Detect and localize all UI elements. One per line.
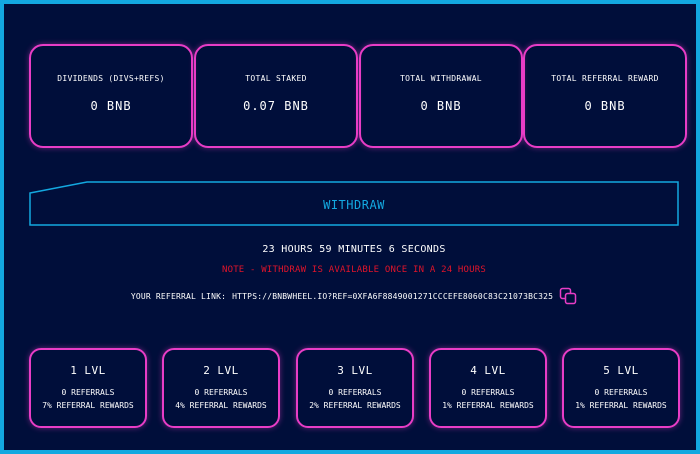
withdraw-button[interactable]: WITHDRAW (29, 181, 679, 226)
level-referrals: 0 Referrals (461, 388, 515, 397)
level-reward: 2% Referral Rewards (309, 401, 401, 410)
level-reward: 1% Referral Rewards (575, 401, 667, 410)
dashboard-frame: Dividends (divs+refs) 0 BNB Total Staked… (0, 0, 700, 454)
referral-link-label: Your referral link: (130, 291, 227, 301)
level-card-1: 1 LVL 0 Referrals 7% Referral Rewards (29, 348, 147, 428)
stat-label: Dividends (divs+refs) (57, 73, 165, 83)
level-title: 3 LVL (337, 364, 373, 377)
level-referrals: 0 Referrals (594, 388, 648, 397)
level-reward: 4% Referral Rewards (175, 401, 267, 410)
level-card-3: 3 LVL 0 Referrals 2% Referral Rewards (296, 348, 414, 428)
stat-label: Total Referral Reward (551, 73, 659, 83)
level-title: 1 LVL (70, 364, 106, 377)
copy-icon[interactable] (559, 287, 577, 305)
stat-card-total-referral-reward: Total Referral Reward 0 BNB (523, 44, 687, 148)
stat-label: Total Staked (245, 73, 307, 83)
stat-card-total-staked: Total Staked 0.07 BNB (194, 44, 358, 148)
level-title: 4 LVL (470, 364, 506, 377)
level-referrals: 0 Referrals (61, 388, 115, 397)
level-card-4: 4 LVL 0 Referrals 1% Referral Rewards (429, 348, 547, 428)
withdraw-note: Note - Withdraw is available once in a 2… (221, 265, 487, 275)
level-title: 2 LVL (203, 364, 239, 377)
withdraw-section: WITHDRAW (29, 181, 679, 226)
stat-card-dividends: Dividends (divs+refs) 0 BNB (29, 44, 193, 148)
stat-value: 0.07 BNB (243, 98, 309, 113)
stat-card-total-withdrawal: Total Withdrawal 0 BNB (359, 44, 523, 148)
stat-value: 0 BNB (420, 98, 462, 113)
referral-link[interactable]: https://bnbwheel.io?ref=0xfa6f8849001271… (232, 292, 553, 301)
level-referrals: 0 Referrals (194, 388, 248, 397)
referral-link-row: Your referral link: https://bnbwheel.io?… (4, 287, 700, 305)
level-reward: 7% Referral Rewards (42, 401, 134, 410)
level-card-2: 2 LVL 0 Referrals 4% Referral Rewards (162, 348, 280, 428)
level-reward: 1% Referral Rewards (442, 401, 534, 410)
level-title: 5 LVL (603, 364, 639, 377)
withdraw-timer: 23 hours 59 minutes 6 seconds (262, 244, 446, 255)
stat-label: Total Withdrawal (400, 73, 482, 83)
level-card-5: 5 LVL 0 Referrals 1% Referral Rewards (562, 348, 680, 428)
level-referrals: 0 Referrals (328, 388, 382, 397)
stat-value: 0 BNB (584, 98, 626, 113)
stat-value: 0 BNB (90, 98, 132, 113)
